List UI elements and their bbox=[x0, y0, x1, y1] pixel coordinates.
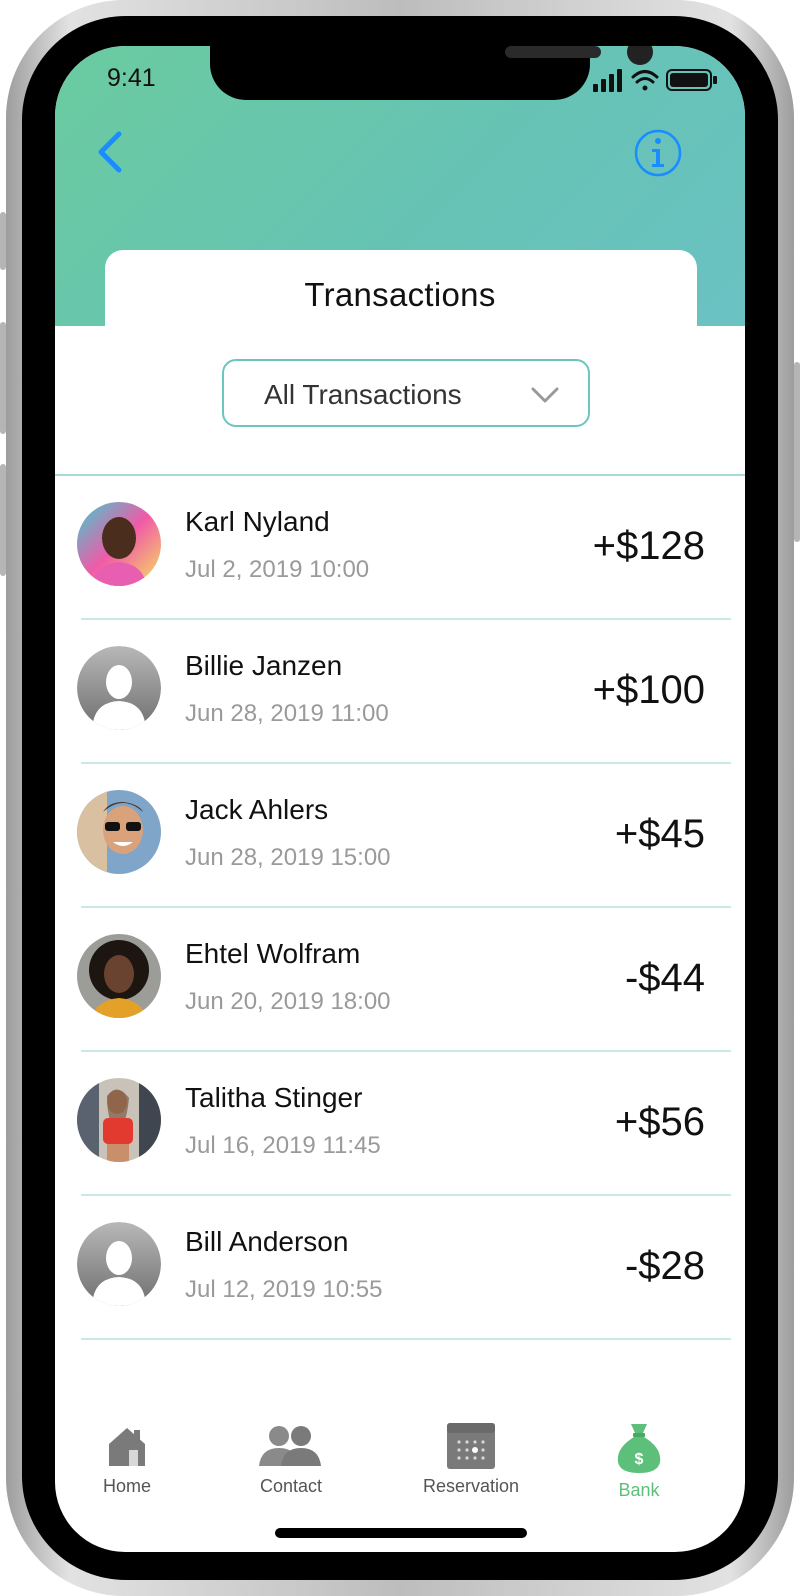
mute-switch bbox=[0, 212, 6, 270]
transaction-amount: +$56 bbox=[614, 1100, 705, 1144]
transaction-name: Karl Nyland bbox=[185, 506, 330, 537]
home-indicator bbox=[275, 1528, 527, 1538]
transaction-date: Jun 28, 2019 11:00 bbox=[185, 700, 389, 727]
home-icon bbox=[109, 1428, 145, 1466]
transaction-row[interactable]: Talitha Stinger Jul 16, 2019 11:45 +$56 bbox=[55, 1052, 745, 1196]
info-icon bbox=[634, 129, 682, 177]
filter-selected-value: All Transactions bbox=[264, 379, 462, 410]
volume-up-button bbox=[0, 322, 6, 434]
calendar-icon bbox=[447, 1423, 495, 1469]
transaction-name: Talitha Stinger bbox=[185, 1082, 363, 1113]
notch bbox=[210, 46, 653, 100]
transaction-row[interactable]: Jack Ahlers Jun 28, 2019 15:00 +$45 bbox=[55, 764, 745, 908]
back-button[interactable] bbox=[91, 128, 131, 176]
avatar bbox=[77, 502, 161, 586]
transaction-amount: +$100 bbox=[592, 668, 705, 712]
tab-reservation[interactable]: Reservation bbox=[401, 1422, 541, 1522]
volume-down-button bbox=[0, 464, 6, 576]
chevron-down-icon bbox=[531, 387, 559, 403]
battery-icon bbox=[666, 69, 717, 91]
transaction-name: Billie Janzen bbox=[185, 650, 343, 681]
avatar bbox=[77, 790, 161, 874]
transaction-amount: -$44 bbox=[624, 956, 705, 1000]
tab-home-label: Home bbox=[102, 1476, 151, 1496]
avatar-placeholder-icon bbox=[77, 646, 161, 730]
status-icons bbox=[591, 66, 721, 94]
transaction-date: Jul 2, 2019 10:00 bbox=[185, 556, 370, 583]
avatar bbox=[77, 934, 161, 1018]
tab-reservation-label: Reservation bbox=[422, 1476, 520, 1496]
transaction-row[interactable]: Billie Janzen Jun 28, 2019 11:00 +$100 bbox=[55, 620, 745, 764]
tab-bar: Home Contact Reservation $ Bank bbox=[55, 1422, 745, 1522]
transaction-name: Jack Ahlers bbox=[185, 794, 329, 825]
transaction-date: Jun 20, 2019 18:00 bbox=[185, 988, 391, 1015]
svg-text:$: $ bbox=[635, 1451, 644, 1468]
power-button bbox=[794, 362, 800, 542]
transaction-date: Jul 16, 2019 11:45 bbox=[185, 1132, 381, 1159]
transaction-name: Ehtel Wolfram bbox=[185, 938, 361, 969]
chevron-left-icon bbox=[98, 131, 122, 173]
transaction-amount: +$128 bbox=[592, 524, 705, 568]
transaction-date: Jun 28, 2019 15:00 bbox=[185, 844, 391, 871]
signal-icon bbox=[593, 69, 622, 92]
money-bag-icon: $ bbox=[617, 1424, 661, 1473]
speaker bbox=[505, 46, 601, 58]
transaction-date: Jul 12, 2019 10:55 bbox=[185, 1276, 383, 1303]
avatar-placeholder-icon bbox=[77, 1222, 161, 1306]
transaction-row[interactable]: Ehtel Wolfram Jun 20, 2019 18:00 -$44 bbox=[55, 908, 745, 1052]
tab-contact-label: Contact bbox=[259, 1476, 323, 1496]
avatar bbox=[77, 1078, 161, 1162]
transaction-amount: +$45 bbox=[614, 812, 705, 856]
transaction-amount: -$28 bbox=[624, 1244, 705, 1288]
transaction-row[interactable]: Bill Anderson Jul 12, 2019 10:55 -$28 bbox=[55, 1196, 745, 1340]
info-button[interactable] bbox=[633, 128, 683, 178]
status-time: 9:41 bbox=[107, 64, 156, 92]
tab-bank[interactable]: $ Bank bbox=[569, 1422, 709, 1522]
wifi-icon bbox=[631, 70, 659, 91]
tab-contact[interactable]: Contact bbox=[221, 1422, 361, 1522]
tab-home[interactable]: Home bbox=[57, 1422, 197, 1522]
row-divider bbox=[81, 1338, 731, 1340]
page-title: Transactions bbox=[304, 276, 496, 313]
tab-bank-label: Bank bbox=[618, 1480, 660, 1500]
transaction-filter-dropdown[interactable]: All Transactions bbox=[222, 359, 590, 427]
contacts-icon bbox=[259, 1426, 321, 1466]
transaction-name: Bill Anderson bbox=[185, 1226, 349, 1257]
screen: 9:41 Transactions All Transactions Karl … bbox=[55, 46, 745, 1552]
transaction-row[interactable]: Karl Nyland Jul 2, 2019 10:00 +$128 bbox=[55, 476, 745, 620]
